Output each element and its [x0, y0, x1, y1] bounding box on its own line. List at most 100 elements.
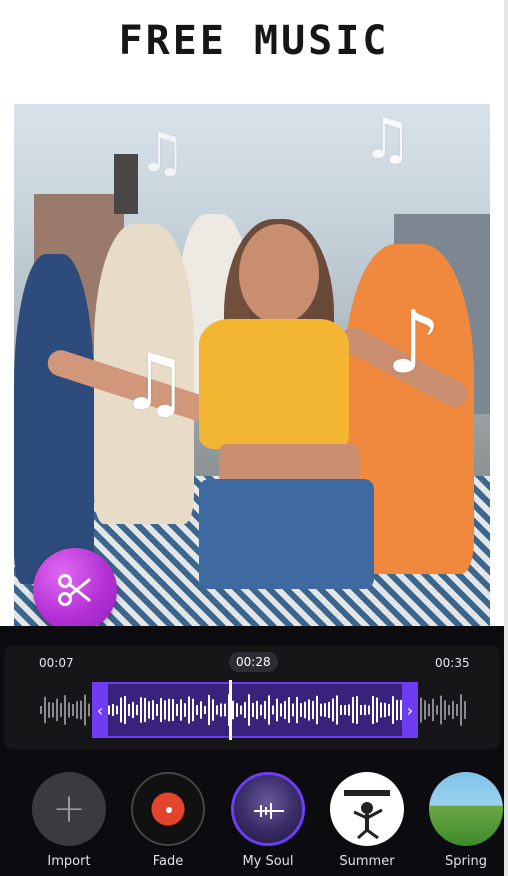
waveform-bar [184, 703, 186, 717]
current-time-badge: 00:28 [229, 652, 278, 672]
scissors-icon [58, 574, 91, 606]
waveform-bar [388, 704, 390, 716]
waveform-bar [332, 698, 334, 722]
waveform-bar [144, 697, 146, 723]
music-item-summer[interactable]: Summer [328, 772, 406, 869]
waveform-bar [156, 704, 158, 716]
waveform-bar [328, 701, 330, 719]
music-item-import[interactable]: + Import [30, 772, 108, 869]
waveform-bar [268, 695, 270, 725]
music-note-icon: ♫ [138, 121, 187, 184]
waveform-bar [84, 694, 86, 726]
waveform-bar [276, 698, 278, 722]
waveform-icon [254, 803, 284, 819]
waveform-bar [196, 705, 198, 715]
waveform-bar [364, 704, 366, 716]
dancer-illustration-icon [344, 790, 390, 840]
cut-button[interactable] [33, 548, 117, 632]
waveform-bar [432, 698, 434, 722]
music-item-my-soul[interactable]: My Soul [229, 772, 307, 869]
summer-thumbnail [330, 772, 404, 846]
waveform-bar [380, 702, 382, 718]
waveform-bar [164, 700, 166, 720]
music-item-label: Fade [152, 854, 184, 869]
waveform-bar [48, 702, 50, 718]
waveform-bar [304, 701, 306, 719]
waveform-bar [40, 706, 42, 714]
waveform-bar [256, 700, 258, 720]
waveform-bar [316, 695, 318, 725]
waveform-bar [288, 697, 290, 723]
music-item-label: Summer [339, 854, 395, 869]
waveform-bar [264, 701, 266, 719]
music-item-fade[interactable]: Fade [129, 772, 207, 869]
main-person-top [199, 319, 349, 449]
waveform-bar [108, 705, 110, 715]
waveform-bar [68, 702, 70, 718]
waveform-bar [240, 705, 242, 715]
music-note-icon: ♪ [386, 293, 441, 393]
waveform-bar [224, 703, 226, 717]
waveform-bar [436, 705, 438, 715]
waveform-bar [252, 702, 254, 718]
waveform-bar [112, 704, 114, 716]
trim-handle-left[interactable]: ‹ [92, 682, 108, 738]
waveform-bar [160, 697, 162, 723]
waveform-bar [444, 700, 446, 720]
waveform-bar [248, 694, 250, 726]
waveform-bar [260, 704, 262, 716]
waveform-bar [456, 703, 458, 717]
waveform-bar [440, 695, 442, 725]
import-thumbnail: + [32, 772, 106, 846]
music-item-spring[interactable]: Spring [428, 772, 504, 869]
waveform-bar [460, 694, 462, 726]
waveform-bar [320, 703, 322, 717]
waveform-bar [180, 699, 182, 721]
waveform-bar [344, 705, 346, 715]
waveform-bar [72, 704, 74, 716]
playhead[interactable] [229, 680, 232, 740]
waveform-bar [176, 704, 178, 716]
trim-handle-right[interactable]: › [402, 682, 418, 738]
waveform-bar [64, 695, 66, 725]
waveform-bar [372, 696, 374, 724]
waveform-bar [236, 703, 238, 717]
waveform-bar [120, 697, 122, 723]
waveform-bar [148, 701, 150, 719]
waveform-bar [280, 703, 282, 717]
waveform-bar [172, 699, 174, 721]
waveform-bar [308, 699, 310, 721]
waveform-bar [216, 705, 218, 715]
main-person-face [239, 224, 319, 324]
end-time: 00:35 [435, 656, 470, 670]
waveform-bar [348, 704, 350, 716]
waveform-bar [244, 701, 246, 719]
music-item-label: My Soul [242, 854, 294, 869]
waveform-bar [212, 699, 214, 721]
waveform-bar [60, 703, 62, 717]
waveform-bar [464, 701, 466, 719]
my-soul-thumbnail [231, 772, 305, 846]
waveform-bar [368, 705, 370, 715]
main-person-waist [219, 444, 359, 484]
music-note-icon: ♫ [362, 107, 413, 172]
waveform-bar [44, 696, 46, 724]
waveform-bar [452, 700, 454, 720]
waveform-bar [292, 703, 294, 717]
page-title: FREE MUSIC [118, 18, 390, 64]
waveform-bar [272, 705, 274, 715]
waveform-bar [152, 700, 154, 720]
waveform-bar [136, 704, 138, 716]
waveform-bar [300, 703, 302, 717]
vinyl-record-icon [131, 772, 205, 846]
waveform-bar [376, 697, 378, 723]
music-item-label: Spring [445, 854, 487, 869]
waveform-bar [204, 705, 206, 715]
waveform-bar [284, 700, 286, 720]
waveform-bar [168, 698, 170, 722]
waveform-bar [324, 703, 326, 717]
waveform-bar [356, 696, 358, 724]
waveform-bar [52, 702, 54, 718]
waveform-bar [124, 696, 126, 724]
waveform-bar [428, 703, 430, 717]
